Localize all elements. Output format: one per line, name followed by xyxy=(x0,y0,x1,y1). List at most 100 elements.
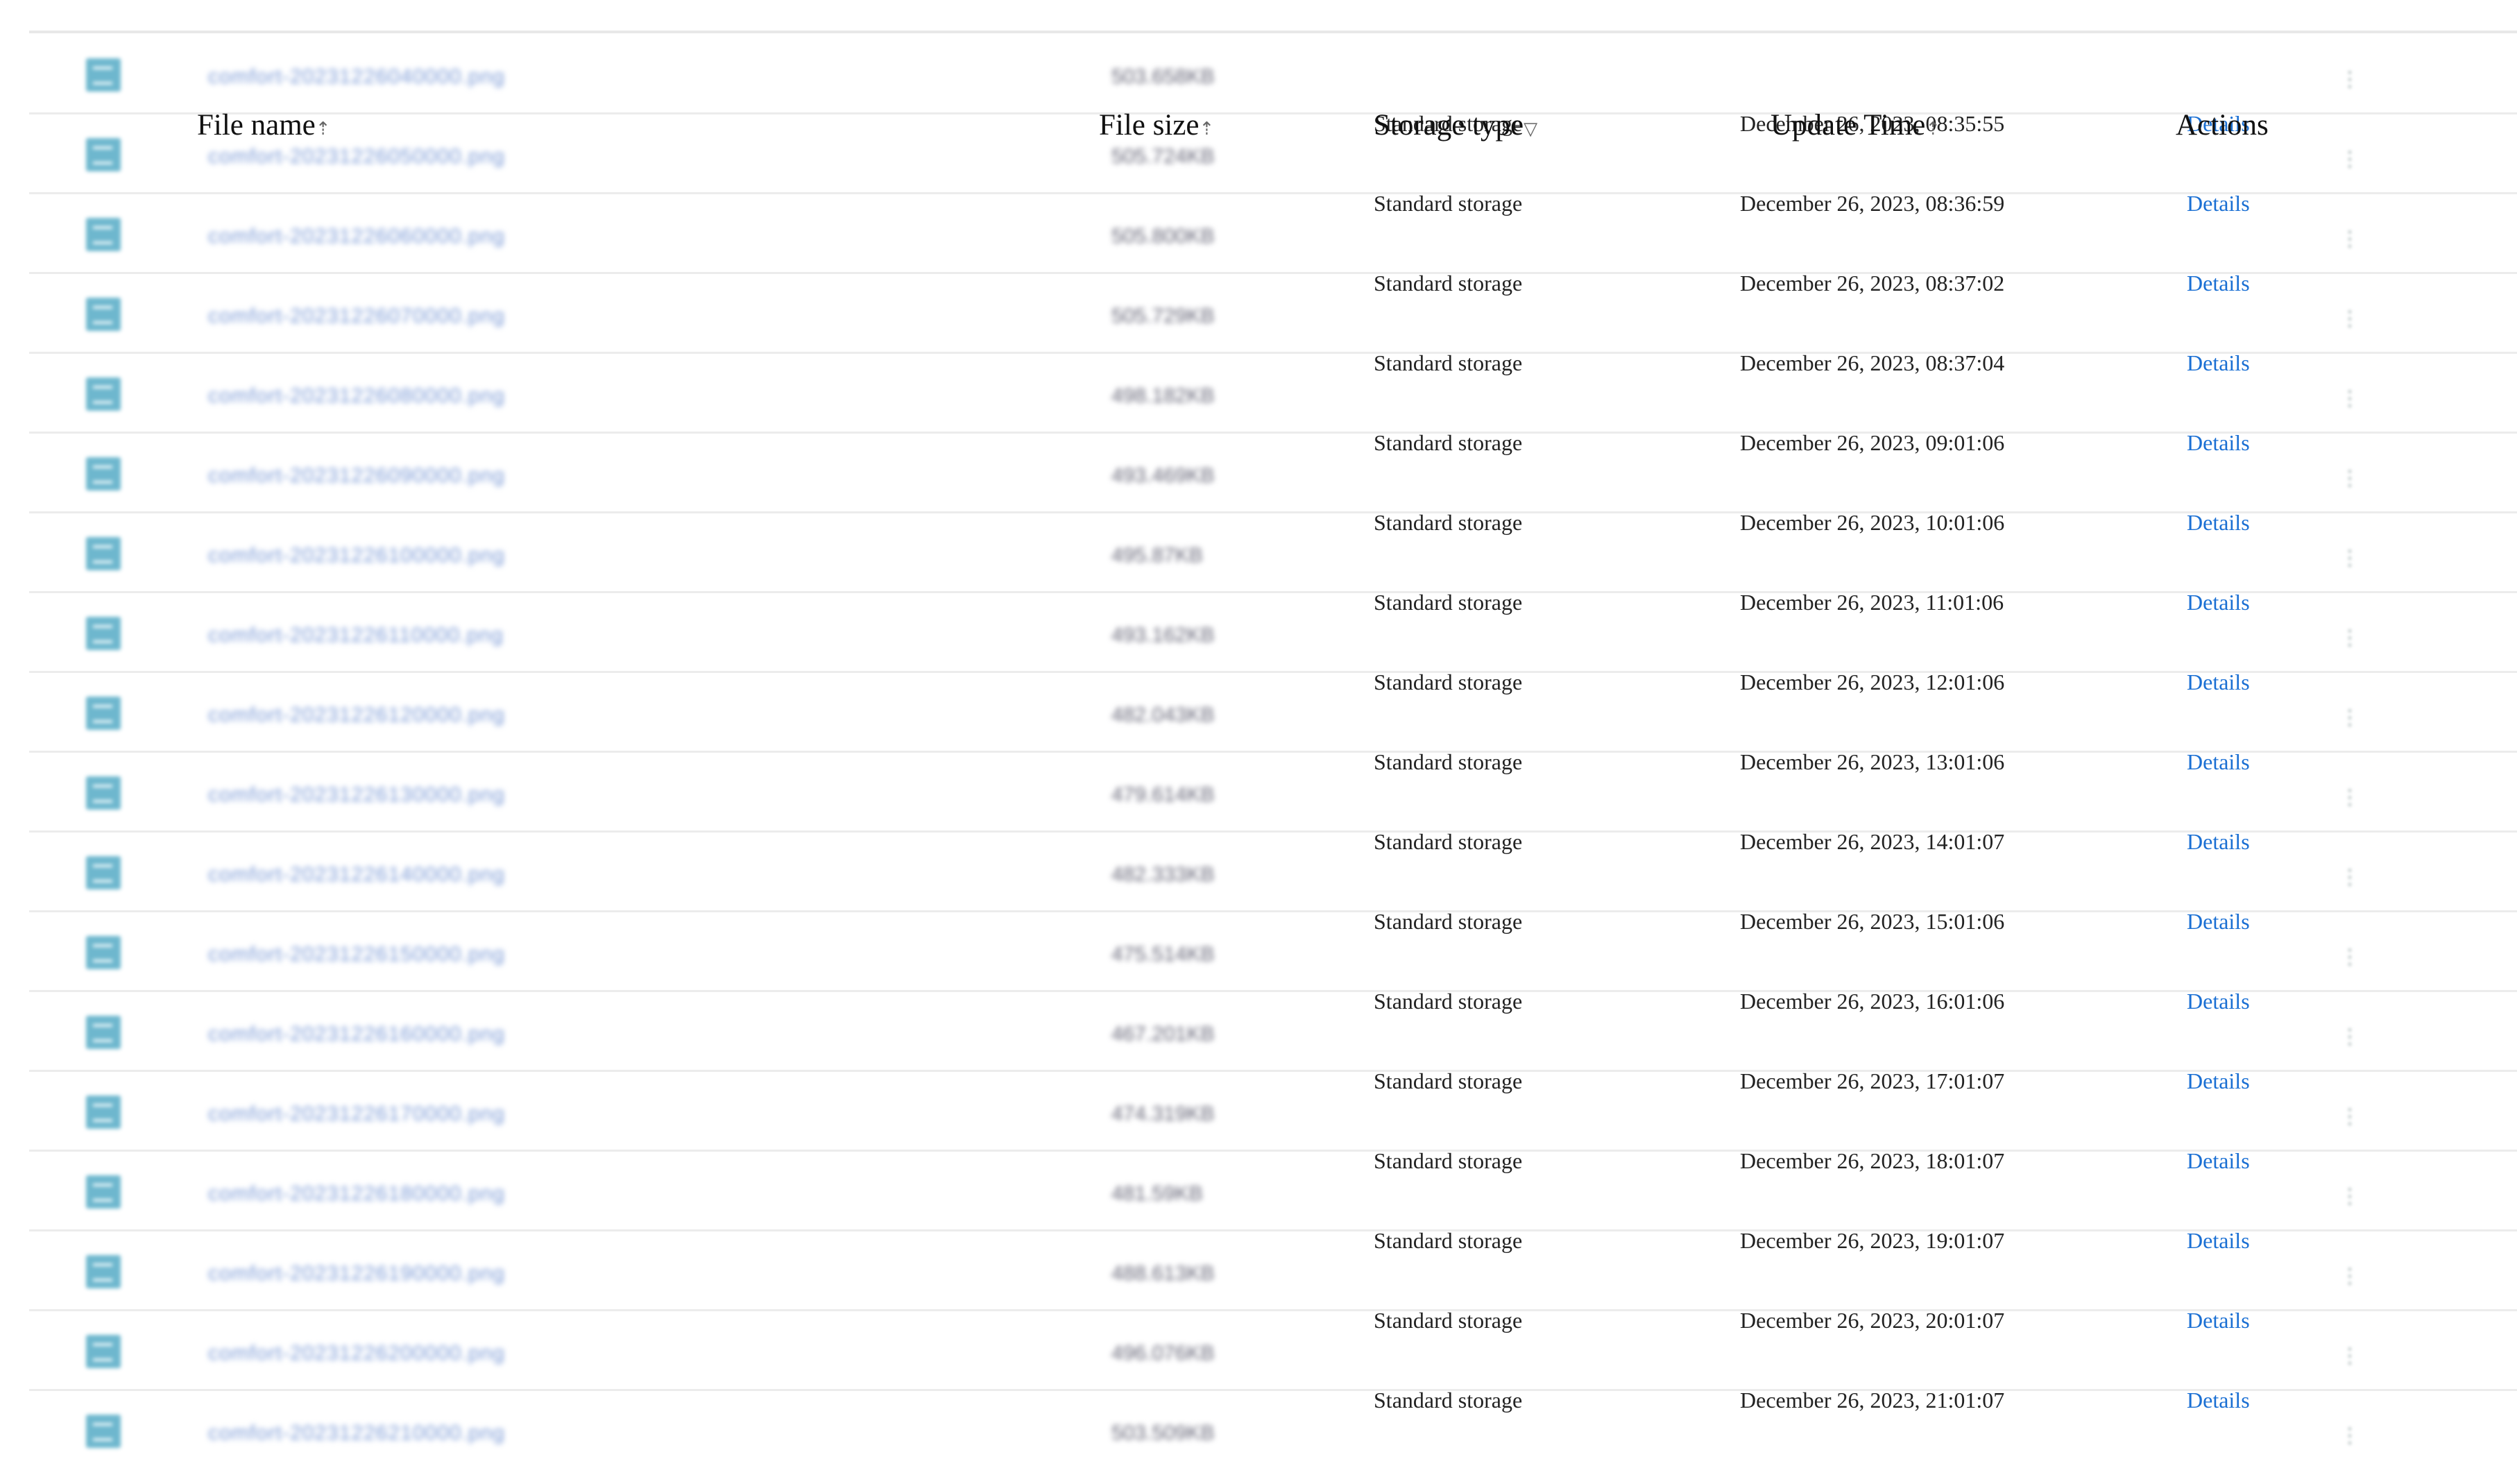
file-table: comfort-20231226040000.png 503.658KB Sta… xyxy=(0,0,2517,1484)
more-options-icon[interactable]: ⋮ xyxy=(2336,65,2364,93)
image-file-icon xyxy=(86,1335,121,1368)
table-row[interactable]: comfort-20231226200000.png 496.076KB Sta… xyxy=(29,1311,2517,1413)
image-file-icon xyxy=(86,58,121,92)
table-row[interactable]: comfort-20231226150000.png 475.514KB Sta… xyxy=(29,912,2517,1014)
image-file-icon xyxy=(86,377,121,411)
file-name-link[interactable]: comfort-20231226140000.png xyxy=(208,863,505,887)
more-options-icon[interactable]: ⋮ xyxy=(2336,943,2364,971)
image-file-icon xyxy=(86,1415,121,1448)
file-size: 475.514KB xyxy=(1111,943,1215,966)
table-row[interactable]: comfort-20231226210000.png 503.509KB ⋮ xyxy=(29,1391,2517,1471)
file-name-link[interactable]: comfort-20231226100000.png xyxy=(208,544,505,568)
file-size: 498.182KB xyxy=(1111,384,1215,407)
file-name-link[interactable]: comfort-20231226160000.png xyxy=(208,1023,505,1046)
image-file-icon xyxy=(86,1175,121,1209)
more-options-icon[interactable]: ⋮ xyxy=(2336,1422,2364,1449)
file-size: 493.162KB xyxy=(1111,624,1215,647)
table-row[interactable]: comfort-20231226050000.png 505.724KB Sta… xyxy=(29,114,2517,216)
more-options-icon[interactable]: ⋮ xyxy=(2336,225,2364,253)
table-row[interactable]: comfort-20231226120000.png 482.043KB Sta… xyxy=(29,673,2517,774)
file-size: 503.509KB xyxy=(1111,1422,1215,1444)
more-options-icon[interactable]: ⋮ xyxy=(2336,384,2364,412)
image-file-icon xyxy=(86,1095,121,1129)
more-options-icon[interactable]: ⋮ xyxy=(2336,863,2364,891)
file-size: 474.319KB xyxy=(1111,1102,1215,1125)
file-name-link[interactable]: comfort-20231226060000.png xyxy=(208,225,505,248)
file-size: 493.469KB xyxy=(1111,464,1215,487)
more-options-icon[interactable]: ⋮ xyxy=(2336,1182,2364,1210)
file-size: 495.87KB xyxy=(1111,544,1203,567)
table-row[interactable]: comfort-20231226060000.png 505.800KB Sta… xyxy=(29,194,2517,296)
table-row[interactable]: comfort-20231226080000.png 498.182KB Sta… xyxy=(29,354,2517,455)
image-file-icon xyxy=(86,776,121,810)
file-name-link[interactable]: comfort-20231226090000.png xyxy=(208,464,505,488)
column-header-storage-type[interactable]: Storage type▽ xyxy=(1374,108,1537,142)
image-file-icon xyxy=(86,218,121,251)
file-size: 496.076KB xyxy=(1111,1342,1215,1365)
column-header-update-time[interactable]: Update Time⇡ xyxy=(1771,108,1940,142)
sort-icon[interactable]: ⇡ xyxy=(1200,119,1215,139)
file-name-link[interactable]: comfort-20231226070000.png xyxy=(208,305,505,328)
file-name-link[interactable]: comfort-20231226170000.png xyxy=(208,1102,505,1126)
viewport-bottom-edge xyxy=(0,1461,2517,1484)
image-file-icon xyxy=(86,1016,121,1049)
image-file-icon xyxy=(86,298,121,331)
file-name-link[interactable]: comfort-20231226150000.png xyxy=(208,943,505,966)
more-options-icon[interactable]: ⋮ xyxy=(2336,1102,2364,1130)
image-file-icon xyxy=(86,936,121,969)
file-size: 467.201KB xyxy=(1111,1023,1215,1046)
image-file-icon xyxy=(86,856,121,889)
column-header-actions: Actions xyxy=(2176,109,2269,142)
file-name-link[interactable]: comfort-20231226110000.png xyxy=(208,624,504,647)
more-options-icon[interactable]: ⋮ xyxy=(2336,1342,2364,1370)
file-size: 482.043KB xyxy=(1111,703,1215,726)
more-options-icon[interactable]: ⋮ xyxy=(2336,1023,2364,1050)
more-options-icon[interactable]: ⋮ xyxy=(2336,703,2364,731)
file-name-link[interactable]: comfort-20231226050000.png xyxy=(208,145,505,169)
table-row[interactable]: comfort-20231226130000.png 479.614KB Sta… xyxy=(29,753,2517,854)
table-row[interactable]: comfort-20231226190000.png 488.613KB Sta… xyxy=(29,1231,2517,1333)
more-options-icon[interactable]: ⋮ xyxy=(2336,145,2364,173)
file-size: 481.59KB xyxy=(1111,1182,1203,1205)
file-size: 505.729KB xyxy=(1111,305,1215,327)
file-name-link[interactable]: comfort-20231226040000.png xyxy=(208,65,505,89)
image-file-icon xyxy=(86,617,121,650)
table-row[interactable]: comfort-20231226160000.png 467.201KB Sta… xyxy=(29,992,2517,1093)
file-name-link[interactable]: comfort-20231226190000.png xyxy=(208,1262,505,1286)
table-row[interactable]: comfort-20231226140000.png 482.333KB Sta… xyxy=(29,833,2517,934)
file-name-link[interactable]: comfort-20231226080000.png xyxy=(208,384,505,408)
file-name-link[interactable]: comfort-20231226120000.png xyxy=(208,703,505,727)
file-size: 479.614KB xyxy=(1111,783,1215,806)
sort-icon[interactable]: ⇡ xyxy=(1925,119,1940,139)
sort-icon[interactable]: ⇡ xyxy=(316,119,331,139)
file-name-link[interactable]: comfort-20231226130000.png xyxy=(208,783,505,807)
table-row[interactable]: comfort-20231226110000.png 493.162KB Sta… xyxy=(29,593,2517,694)
more-options-icon[interactable]: ⋮ xyxy=(2336,1262,2364,1290)
image-file-icon xyxy=(86,138,121,171)
table-row[interactable]: comfort-20231226040000.png 503.658KB Sta… xyxy=(29,35,2517,136)
table-row[interactable]: comfort-20231226070000.png 505.729KB Sta… xyxy=(29,274,2517,375)
file-size: 505.800KB xyxy=(1111,225,1215,248)
file-name-link[interactable]: comfort-20231226210000.png xyxy=(208,1422,505,1445)
more-options-icon[interactable]: ⋮ xyxy=(2336,783,2364,811)
image-file-icon xyxy=(86,697,121,730)
file-name-link[interactable]: comfort-20231226180000.png xyxy=(208,1182,505,1206)
more-options-icon[interactable]: ⋮ xyxy=(2336,464,2364,492)
table-row[interactable]: comfort-20231226100000.png 495.87KB Stan… xyxy=(29,513,2517,615)
table-row[interactable]: comfort-20231226090000.png 493.469KB Sta… xyxy=(29,434,2517,535)
file-size: 505.724KB xyxy=(1111,145,1215,168)
file-name-link[interactable]: comfort-20231226200000.png xyxy=(208,1342,505,1365)
image-file-icon xyxy=(86,457,121,491)
file-size: 482.333KB xyxy=(1111,863,1215,886)
column-header-file-size[interactable]: File size⇡ xyxy=(1099,108,1214,142)
file-size: 503.658KB xyxy=(1111,65,1215,88)
filter-icon[interactable]: ▽ xyxy=(1524,119,1537,139)
more-options-icon[interactable]: ⋮ xyxy=(2336,544,2364,572)
more-options-icon[interactable]: ⋮ xyxy=(2336,305,2364,332)
image-file-icon xyxy=(86,1255,121,1288)
table-row[interactable]: comfort-20231226180000.png 481.59KB Stan… xyxy=(29,1152,2517,1253)
more-options-icon[interactable]: ⋮ xyxy=(2336,624,2364,651)
table-row[interactable]: comfort-20231226170000.png 474.319KB Sta… xyxy=(29,1072,2517,1173)
image-file-icon xyxy=(86,537,121,570)
column-header-file-name[interactable]: File name⇡ xyxy=(197,108,331,142)
